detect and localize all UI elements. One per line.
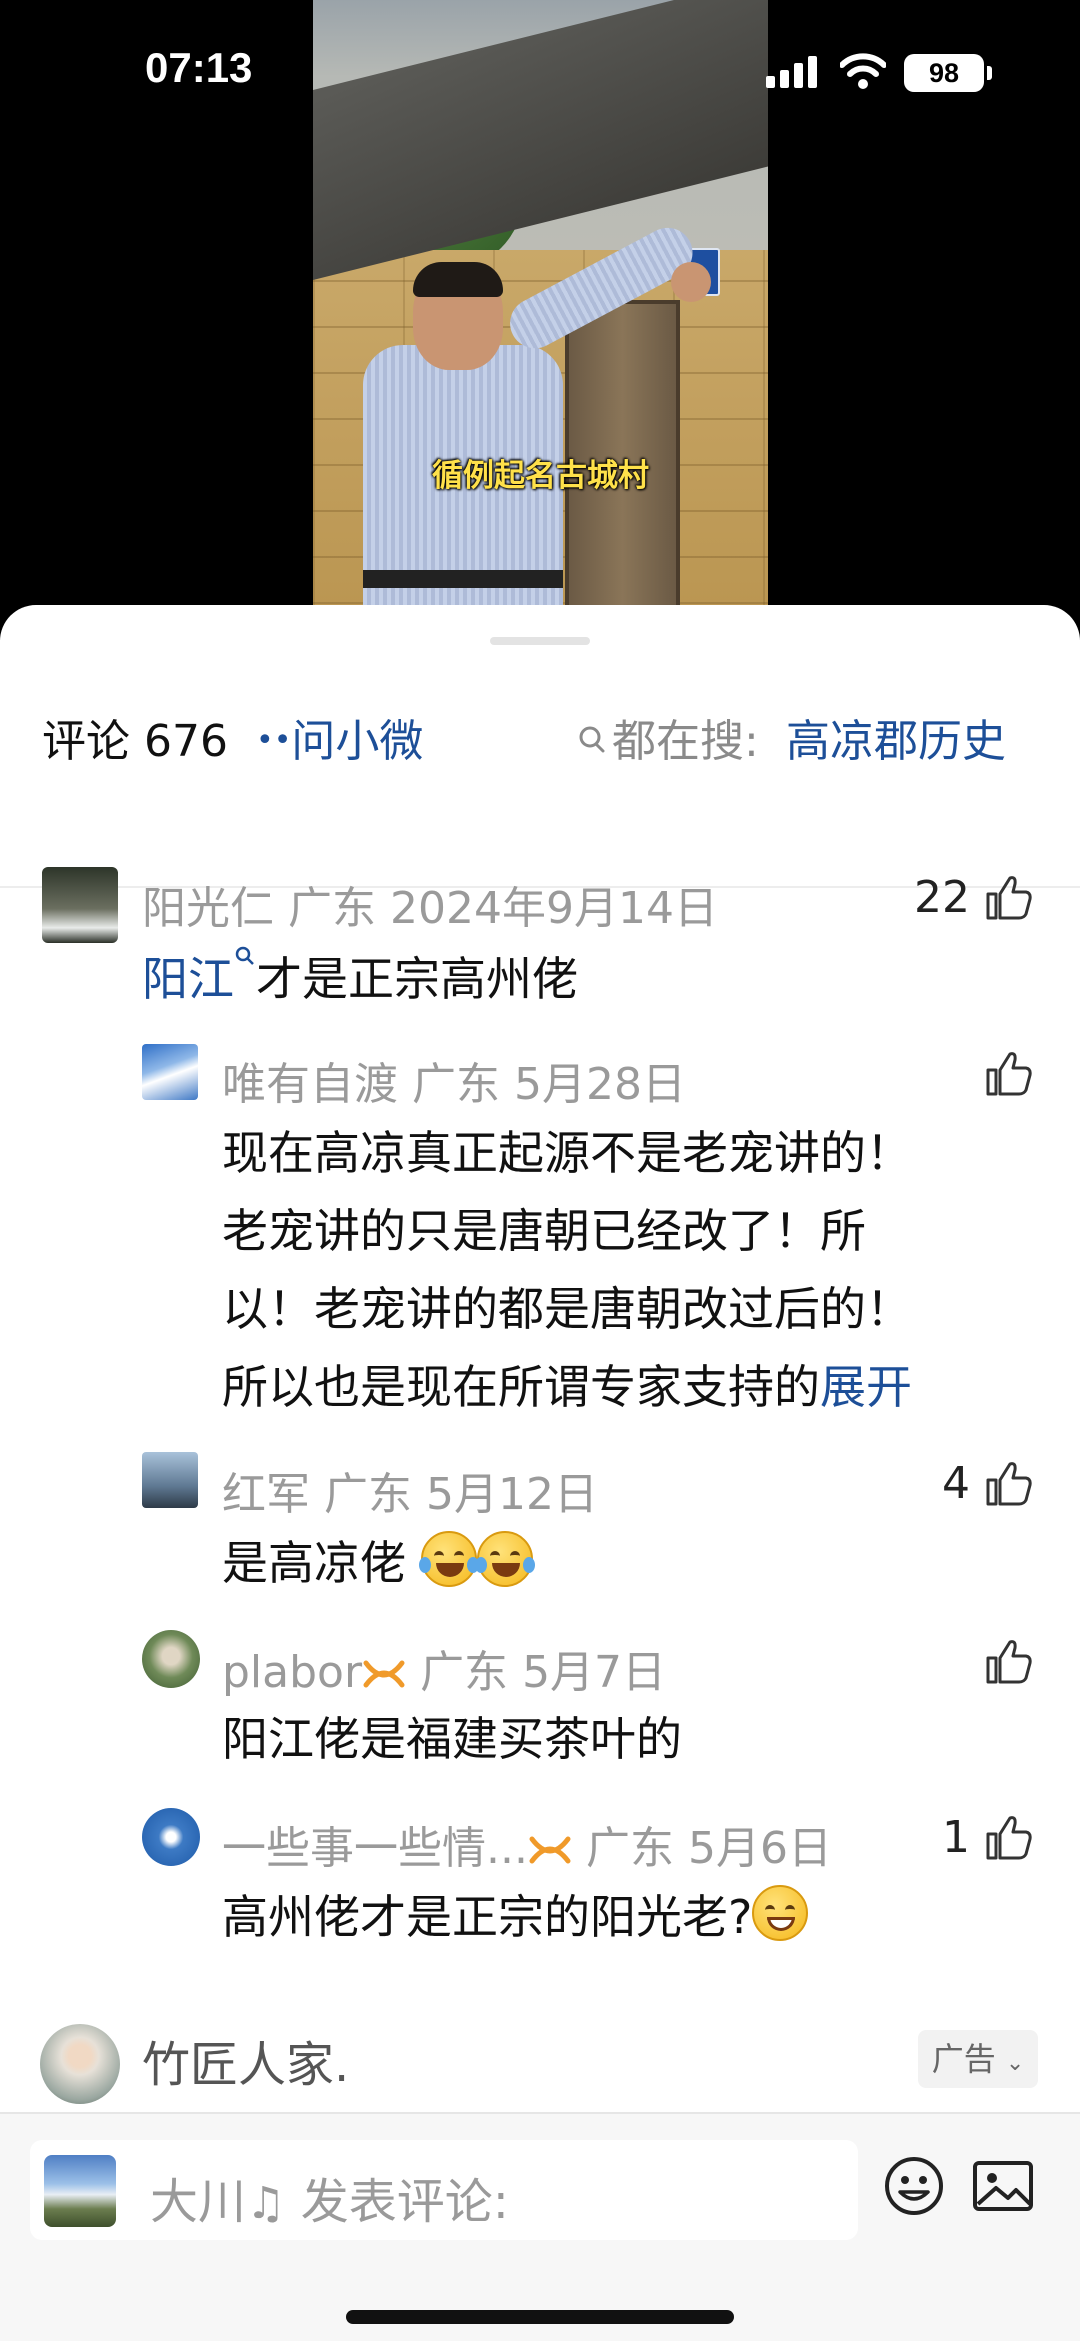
reply-author[interactable]: plabor [222, 1647, 362, 1698]
video-subtitle: 循例起名古城村 [432, 458, 649, 494]
man-hand [671, 262, 711, 302]
like-count: 4 [942, 1458, 970, 1509]
status-time: 07:13 [145, 44, 253, 91]
avatar[interactable] [142, 1630, 200, 1688]
reply-text: 是高凉佬 [222, 1524, 535, 1602]
like-count: 1 [942, 1812, 970, 1863]
comment-text: 阳江 才是正宗高州佬 [142, 940, 578, 1018]
thumbs-up-icon[interactable] [982, 1048, 1034, 1100]
like-count: 22 [914, 872, 970, 923]
sheet-grabber[interactable] [490, 637, 590, 645]
grinning-emoji [752, 1885, 809, 1941]
wifi-icon [840, 53, 886, 89]
ask-label: 问小微 [291, 716, 424, 767]
comment-input[interactable]: 大川♫ 发表评论: [30, 2140, 858, 2240]
reply-location: 广东 [585, 1823, 674, 1874]
ad-tag[interactable]: 广告 ⌄ [918, 2030, 1038, 2088]
image-picker-icon[interactable] [972, 2158, 1034, 2214]
home-indicator [346, 2310, 734, 2324]
reply-meta: 唯有自渡 广东 5月28日 [222, 1048, 686, 1112]
placeholder-username: 大川 [150, 2174, 247, 2230]
reply-date: 5月12日 [426, 1469, 598, 1520]
avatar[interactable] [142, 1044, 198, 1100]
battery-indicator: 98 [904, 54, 992, 92]
reply-text-body: 是高凉佬 [222, 1536, 406, 1590]
avatar[interactable] [142, 1808, 200, 1866]
reply-text: 高州佬才是正宗的阳光老? [222, 1878, 809, 1956]
comment-location: 广东 [288, 883, 376, 934]
comment-text-body: 才是正宗高州佬 [256, 952, 578, 1006]
reply-date: 5月6日 [687, 1823, 832, 1874]
comment-count: 评论 676 [42, 716, 228, 767]
ad-name[interactable]: 竹匠人家. [142, 2025, 349, 2095]
reply-meta: 红军 广东 5月12日 [222, 1458, 598, 1522]
tiled-roof [313, 0, 768, 281]
cellular-signal-icon [766, 56, 818, 88]
reply-author[interactable]: 一些事一些情... [222, 1823, 528, 1874]
music-note-icon: ♫ [246, 2178, 286, 2229]
expand-link[interactable]: 展开 [820, 1360, 912, 1414]
comment-author[interactable]: 阳光仁 [142, 883, 274, 934]
search-icon[interactable] [578, 725, 606, 753]
reply-meta: plabor 广东 5月7日 [222, 1636, 666, 1700]
reply-author[interactable]: 唯有自渡 [222, 1059, 398, 1110]
reply-text: 阳江佬是福建买茶叶的 [222, 1712, 682, 1766]
video-frame: 循例起名古城村 [313, 0, 768, 640]
reply-line-text: 所以也是现在所谓专家支持的 [222, 1360, 820, 1414]
man-hair [413, 262, 503, 297]
avatar[interactable] [42, 867, 118, 943]
ask-dots-icon: •• [256, 723, 292, 758]
reply-author[interactable]: 红军 [222, 1469, 310, 1520]
comments-header: 评论 676 ••问小微 都在搜: 高凉郡历史 [0, 705, 1080, 888]
reply-text-body: 高州佬才是正宗的阳光老? [222, 1890, 753, 1944]
comment-date: 2024年9月14日 [390, 883, 718, 934]
avatar[interactable] [142, 1452, 198, 1508]
reply-meta: 一些事一些情... 广东 5月6日 [222, 1812, 832, 1876]
vip-badge-icon [529, 1836, 571, 1864]
search-prefix: 都在搜: [612, 716, 759, 767]
video-player[interactable]: 循例起名古城村 07:13 98 [0, 0, 1080, 640]
input-placeholder: 大川♫ 发表评论: [150, 2162, 509, 2232]
comment-input-bar: 大川♫ 发表评论: [0, 2112, 1080, 2341]
reply-line: 所以也是现在所谓专家支持的展开 [222, 1348, 1042, 1426]
reply-line: 现在高凉真正起源不是老宠讲的！ [222, 1126, 912, 1180]
reply-date: 5月28日 [514, 1059, 686, 1110]
crying-laughing-emoji [418, 1531, 479, 1587]
thumbs-up-icon[interactable] [982, 1812, 1034, 1864]
belt [363, 570, 563, 588]
reply-line: 以！老宠讲的都是唐朝改过后的！ [222, 1282, 912, 1336]
vip-badge-icon [363, 1660, 405, 1688]
reply-location: 广东 [420, 1647, 509, 1698]
crying-laughing-emoji [474, 1531, 535, 1587]
search-hint-icon [235, 946, 254, 965]
topic-link[interactable]: 阳江 [142, 952, 234, 1006]
placeholder-text: 发表评论: [300, 2174, 509, 2230]
thumbs-up-icon[interactable] [982, 872, 1034, 924]
comment-meta: 阳光仁 广东 2024年9月14日 [142, 872, 718, 936]
reply-location: 广东 [412, 1059, 500, 1110]
ad-avatar[interactable] [40, 2024, 120, 2104]
reply-date: 5月7日 [522, 1647, 667, 1698]
user-avatar [44, 2155, 116, 2227]
ask-xiaowei-link[interactable]: ••问小微 [256, 705, 423, 769]
ad-tag-label: 广告 [931, 2040, 996, 2078]
thumbs-up-icon[interactable] [982, 1636, 1034, 1688]
reply-location: 广东 [324, 1469, 412, 1520]
emoji-button[interactable] [882, 2154, 946, 2218]
thumbs-up-icon[interactable] [982, 1458, 1034, 1510]
reply-line: 老宠讲的只是唐朝已经改了！所 [222, 1204, 866, 1258]
trending-search-link[interactable]: 高凉郡历史 [786, 705, 1006, 769]
chevron-down-icon: ⌄ [1005, 2051, 1025, 2076]
reply-text: 现在高凉真正起源不是老宠讲的！ 老宠讲的只是唐朝已经改了！所 以！老宠讲的都是唐… [222, 1114, 1042, 1426]
